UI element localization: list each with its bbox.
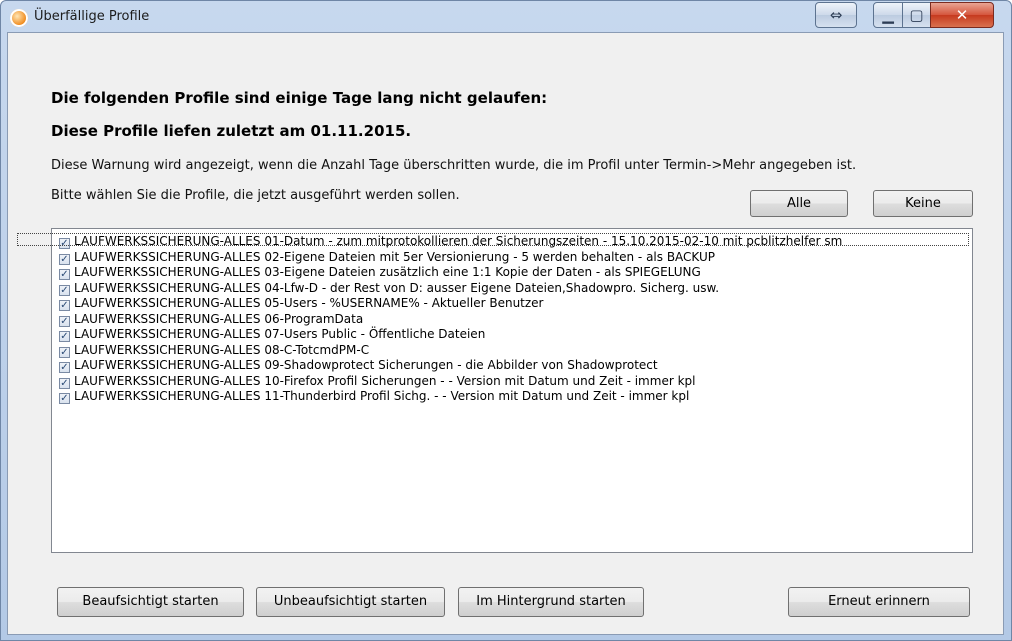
profile-label: LAUFWERKSSICHERUNG-ALLES 03-Eigene Datei… [74,265,701,279]
profile-label: LAUFWERKSSICHERUNG-ALLES 10-Firefox Prof… [74,373,696,388]
profile-list-item[interactable]: ✓ LAUFWERKSSICHERUNG-ALLES 11-Thunderbird… [59,389,689,404]
resize-button[interactable]: ⇔ [815,2,857,28]
profile-list-item[interactable]: ✓ LAUFWERKSSICHERUNG-ALLES 09-Shadowprote… [59,358,658,373]
profile-list-item[interactable]: ✓ LAUFWERKSSICHERUNG-ALLES 02-Eigene Date… [59,250,715,265]
profile-checkbox[interactable]: ✓ [59,315,70,327]
close-button[interactable]: ✕ [930,2,994,28]
profile-list-item[interactable]: ✓ LAUFWERKSSICHERUNG-ALLES 10-Firefox Pro… [59,374,695,389]
resize-icon: ⇔ [829,6,843,24]
profile-label: LAUFWERKSSICHERUNG-ALLES 11-Thunderbird … [74,389,690,403]
profile-checkbox[interactable]: ✓ [59,300,70,311]
profile-label: LAUFWERKSSICHERUNG-ALLES 02-Eigene Datei… [74,249,715,264]
maximize-icon: ▢ [909,6,924,24]
remind-again-button[interactable]: Erneut erinnern [788,587,970,617]
heading-not-run: Die folgenden Profile sind einige Tage l… [51,89,548,107]
profile-label: LAUFWERKSSICHERUNG-ALLES 05-Users - %USE… [74,296,544,310]
profile-checkbox[interactable]: ✓ [59,331,70,342]
close-icon: ✕ [955,6,969,24]
profile-checkbox[interactable]: ✓ [59,346,70,358]
heading-last-run: Diese Profile liefen zuletzt am 01.11.20… [51,122,412,140]
minimize-button[interactable]: ▁ [873,2,903,28]
start-supervised-button[interactable]: Beaufsichtigt starten [57,587,244,617]
select-all-button[interactable]: Alle [750,190,848,217]
profile-list-item[interactable]: ✓ LAUFWERKSSICHERUNG-ALLES 01-Datum - zum… [59,234,842,249]
warning-info-text: Diese Warnung wird angezeigt, wenn die A… [51,158,857,173]
profile-list-item[interactable]: ✓ LAUFWERKSSICHERUNG-ALLES 03-Eigene Date… [59,265,701,280]
profile-list-item[interactable]: ✓ LAUFWERKSSICHERUNG-ALLES 05-Users - %US… [59,296,544,311]
window-title: Überfällige Profile [34,9,150,24]
start-unsupervised-button[interactable]: Unbeaufsichtigt starten [256,587,445,617]
profile-checkbox[interactable]: ✓ [59,393,70,404]
profile-checkbox[interactable]: ✓ [59,269,70,280]
app-icon [10,9,28,27]
profile-list-item[interactable]: ✓ LAUFWERKSSICHERUNG-ALLES 08-C-TotcmdPM-… [59,343,369,358]
profile-label: LAUFWERKSSICHERUNG-ALLES 04-Lfw-D - der … [74,280,720,295]
profile-checkbox[interactable]: ✓ [59,377,70,389]
start-background-button[interactable]: Im Hintergrund starten [458,587,644,617]
profile-checkbox[interactable]: ✓ [59,253,70,265]
profile-label: LAUFWERKSSICHERUNG-ALLES 01-Datum - zum … [74,234,843,248]
minimize-icon: ▁ [882,6,894,24]
title-bar[interactable]: Überfällige Profile ⇔ ▁ ▢ ✕ [1,1,1011,35]
profile-label: LAUFWERKSSICHERUNG-ALLES 09-Shadowprotec… [74,358,658,372]
profile-checkbox[interactable]: ✓ [59,362,70,373]
maximize-button[interactable]: ▢ [902,2,931,28]
profile-label: LAUFWERKSSICHERUNG-ALLES 07-Users Public… [74,327,486,341]
profile-label: LAUFWERKSSICHERUNG-ALLES 08-C-TotcmdPM-C [74,342,370,357]
profile-list-item[interactable]: ✓ LAUFWERKSSICHERUNG-ALLES 04-Lfw-D - der… [59,281,719,296]
select-none-button[interactable]: Keine [873,190,973,217]
profile-label: LAUFWERKSSICHERUNG-ALLES 06-ProgramData [74,311,364,326]
profile-list-item[interactable]: ✓ LAUFWERKSSICHERUNG-ALLES 06-ProgramData [59,312,363,327]
profile-list-item[interactable]: ✓ LAUFWERKSSICHERUNG-ALLES 07-Users Publi… [59,327,485,342]
select-prompt-text: Bitte wählen Sie die Profile, die jetzt … [51,188,460,203]
profile-checklist[interactable]: ✓ LAUFWERKSSICHERUNG-ALLES 01-Datum - zum… [51,228,973,553]
profile-checkbox[interactable]: ✓ [59,284,70,296]
profile-checkbox[interactable]: ✓ [59,238,70,249]
